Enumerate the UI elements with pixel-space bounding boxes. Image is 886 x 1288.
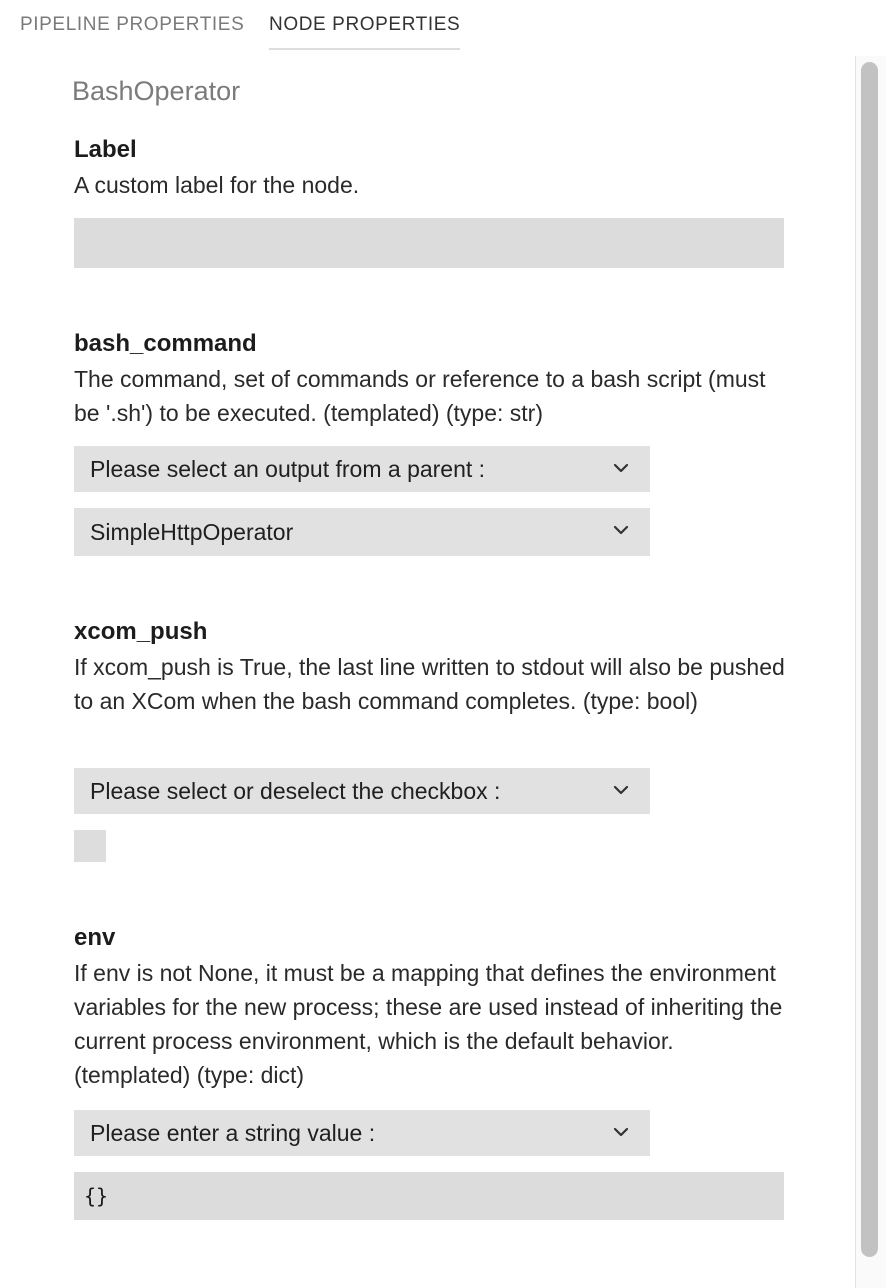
- env-value-input[interactable]: {}: [74, 1172, 784, 1220]
- scrollbar-track[interactable]: [855, 56, 886, 1288]
- field-label: Label A custom label for the node.: [74, 134, 794, 294]
- tab-pipeline-properties[interactable]: PIPELINE PROPERTIES: [20, 0, 244, 48]
- chevron-down-icon: [613, 1127, 629, 1137]
- xcom-push-source-select-value: Please select or deselect the checkbox :: [90, 778, 501, 804]
- scrollbar-thumb[interactable]: [861, 62, 878, 1257]
- chevron-down-icon: [613, 525, 629, 535]
- field-env-description: If env is not None, it must be a mapping…: [74, 960, 783, 1088]
- env-source-select[interactable]: Please enter a string value :: [74, 1110, 650, 1156]
- field-env: env If env is not None, it must be a map…: [74, 922, 794, 1232]
- field-bash-command-description: The command, set of commands or referenc…: [74, 366, 766, 426]
- properties-content: BashOperator Label A custom label for th…: [0, 56, 855, 1288]
- tab-node-properties[interactable]: NODE PROPERTIES: [269, 0, 461, 50]
- chevron-down-icon: [613, 785, 629, 795]
- field-xcom-push: xcom_push If xcom_push is True, the last…: [74, 616, 794, 866]
- field-bash-command-name: bash_command: [74, 330, 257, 357]
- bash-command-source-select-value: Please select an output from a parent :: [90, 456, 486, 482]
- xcom-push-source-select[interactable]: Please select or deselect the checkbox :: [74, 768, 650, 814]
- field-xcom-push-description: If xcom_push is True, the last line writ…: [74, 654, 785, 714]
- field-label-description: A custom label for the node.: [74, 172, 360, 198]
- node-type-title: BashOperator: [72, 76, 241, 106]
- chevron-down-icon: [613, 463, 629, 473]
- field-bash-command: bash_command The command, set of command…: [74, 328, 794, 568]
- properties-tabs: PIPELINE PROPERTIES NODE PROPERTIES: [0, 0, 886, 50]
- bash-command-source-select[interactable]: Please select an output from a parent :: [74, 446, 650, 492]
- field-xcom-push-name: xcom_push: [74, 618, 208, 645]
- label-input[interactable]: [74, 218, 784, 268]
- bash-command-parent-select-value: SimpleHttpOperator: [90, 519, 294, 545]
- xcom-push-checkbox[interactable]: [74, 830, 106, 862]
- field-label-name: Label: [74, 136, 137, 163]
- node-properties-panel: PIPELINE PROPERTIES NODE PROPERTIES Bash…: [0, 0, 886, 1288]
- field-env-name: env: [74, 924, 116, 951]
- bash-command-parent-select[interactable]: SimpleHttpOperator: [74, 508, 650, 556]
- env-source-select-value: Please enter a string value :: [90, 1120, 376, 1146]
